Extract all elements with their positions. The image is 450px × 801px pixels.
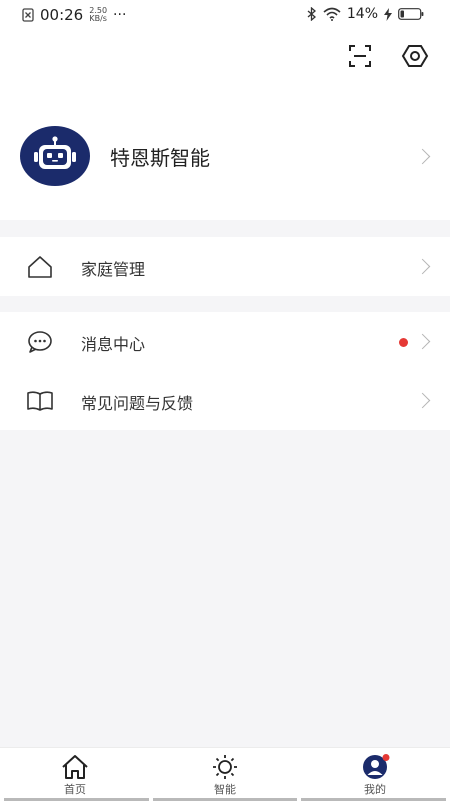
profile-card[interactable]: 特恩斯智能 [20,126,210,186]
network-speed: 2.50 KB/s [89,7,107,23]
bottom-tab-bar: 首页 智能 我的 [0,747,450,801]
settings-icon[interactable] [401,42,429,70]
home-icon [28,256,52,278]
chat-bubble-icon [28,331,52,353]
status-time: 00:26 [40,6,84,24]
battery-percent: 14% [346,6,378,22]
tab-badge [382,754,390,761]
menu-item-faq[interactable]: 常见问题与反馈 [0,371,450,430]
menu-item-messages[interactable]: 消息中心 [0,312,450,371]
menu-item-family[interactable]: 家庭管理 [0,237,450,296]
charging-icon [384,7,392,21]
menu-label-faq: 常见问题与反馈 [81,394,194,413]
wifi-icon [323,7,341,21]
chevron-right-icon [414,392,431,409]
book-icon [27,391,53,411]
chevron-right-icon [414,333,431,350]
no-sim-icon [22,8,34,22]
profile-header: 特恩斯智能 [0,30,450,220]
status-more: ··· [113,7,127,23]
tab-smart[interactable]: 智能 [150,754,300,797]
unread-badge [399,338,408,347]
status-left: 00:26 2.50 KB/s ··· [22,6,126,24]
tab-mine[interactable]: 我的 [300,754,450,797]
family-section: 家庭管理 [0,237,450,296]
profile-name: 特恩斯智能 [110,145,210,170]
profile-chevron-icon [414,148,431,165]
chevron-right-icon [414,258,431,275]
battery-icon [398,8,424,20]
home-tab-icon [62,755,88,779]
tab-label-smart: 智能 [214,783,236,796]
tab-label-home: 首页 [64,783,86,796]
status-bar: 00:26 2.50 KB/s ··· 14% [0,0,450,30]
tab-home[interactable]: 首页 [0,754,150,797]
network-speed-unit: KB/s [89,14,107,23]
scan-icon[interactable] [346,42,374,70]
status-right: 14% [307,6,424,22]
menu-label-messages: 消息中心 [81,335,146,354]
support-section: 消息中心 常见问题与反馈 [0,312,450,430]
menu-label-family: 家庭管理 [81,260,146,279]
avatar[interactable] [20,126,90,186]
bluetooth-icon [307,7,316,21]
robot-icon [34,136,76,169]
sun-icon [213,755,237,779]
tab-label-mine: 我的 [364,783,386,796]
profile-tab-icon [363,754,390,779]
